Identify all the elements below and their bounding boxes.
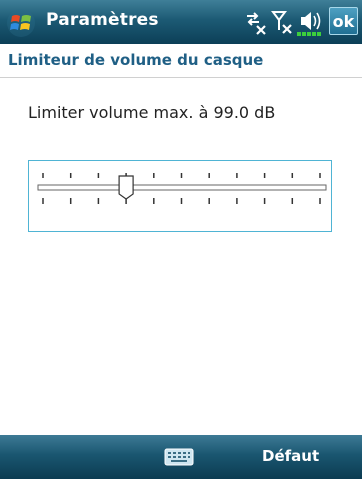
bottom-bar: Défaut xyxy=(0,435,362,479)
volume-limit-label: Limiter volume max. à 99.0 dB xyxy=(28,103,276,122)
default-softkey[interactable]: Défaut xyxy=(262,447,319,465)
speaker-volume-icon[interactable] xyxy=(297,8,327,36)
ok-button[interactable]: ok xyxy=(329,7,358,35)
signal-off-icon[interactable] xyxy=(271,8,295,36)
title-bar: Paramètres ok xyxy=(0,0,362,44)
connectivity-off-icon[interactable] xyxy=(243,8,269,36)
page-header: Limiteur de volume du casque xyxy=(0,44,362,78)
start-menu-icon[interactable] xyxy=(6,8,36,38)
volume-slider[interactable] xyxy=(29,161,331,231)
page-title: Limiteur de volume du casque xyxy=(8,51,264,69)
slider-track[interactable] xyxy=(37,184,327,191)
keyboard-icon[interactable] xyxy=(164,447,194,467)
volume-slider-box xyxy=(28,160,332,232)
app-title[interactable]: Paramètres xyxy=(46,10,159,30)
slider-thumb[interactable] xyxy=(118,175,134,200)
